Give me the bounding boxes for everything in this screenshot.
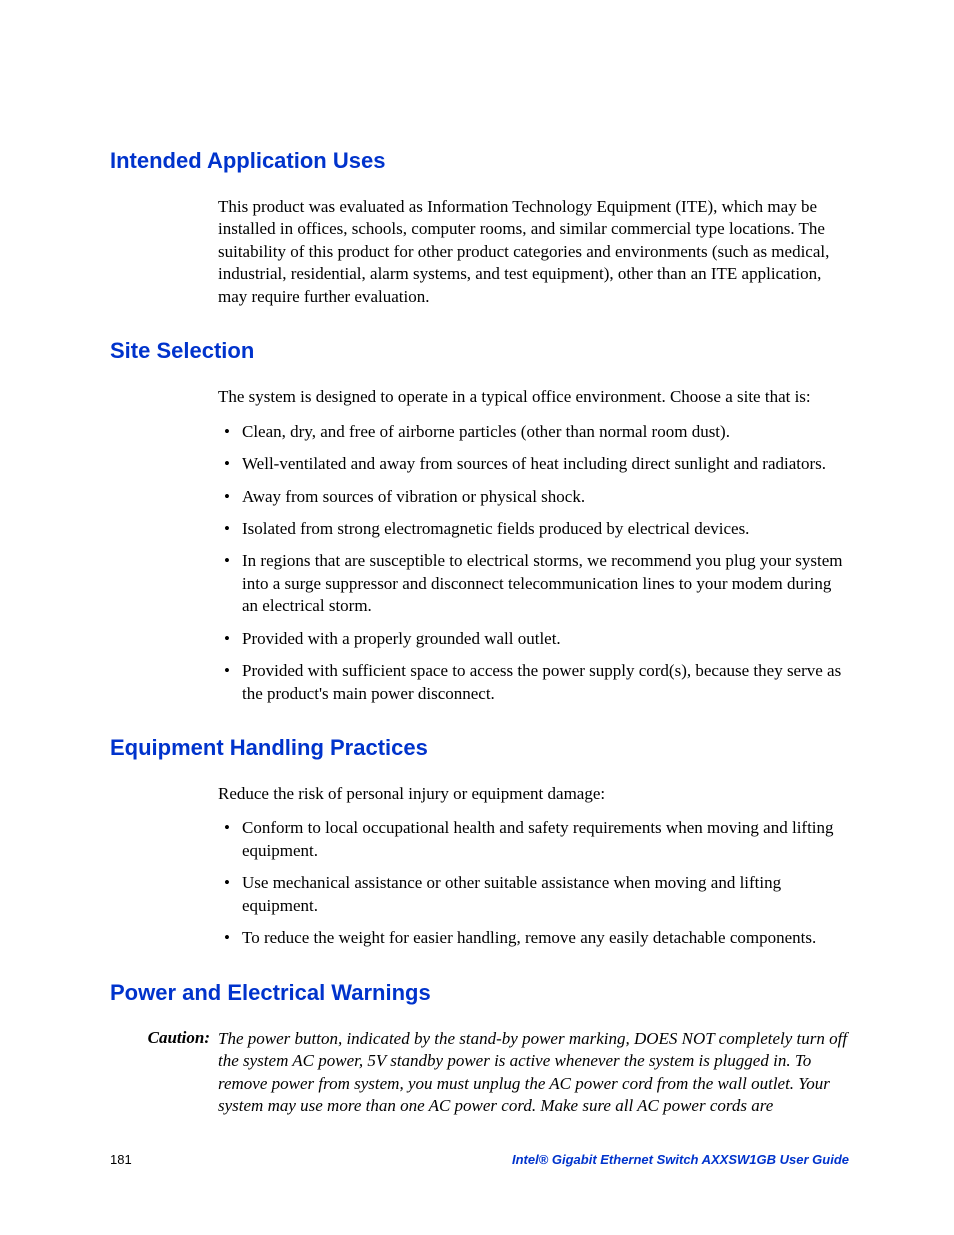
section-site-selection: Site Selection The system is designed to… — [110, 338, 849, 705]
caution-label: Caution: — [110, 1028, 218, 1118]
footer-page-number: 181 — [110, 1152, 132, 1167]
list-item: To reduce the weight for easier handling… — [218, 927, 849, 949]
list-item: Conform to local occupational health and… — [218, 817, 849, 862]
section-equipment-handling: Equipment Handling Practices Reduce the … — [110, 735, 849, 950]
list-item: In regions that are susceptible to elect… — [218, 550, 849, 617]
page-footer: 181 Intel® Gigabit Ethernet Switch AXXSW… — [110, 1152, 849, 1167]
caution-block: Caution: The power button, indicated by … — [110, 1028, 849, 1118]
heading-equipment-handling: Equipment Handling Practices — [110, 735, 849, 761]
list-item: Isolated from strong electromagnetic fie… — [218, 518, 849, 540]
heading-power-warnings: Power and Electrical Warnings — [110, 980, 849, 1006]
section-power-warnings: Power and Electrical Warnings Caution: T… — [110, 980, 849, 1118]
paragraph-equipment-handling: Reduce the risk of personal injury or eq… — [218, 783, 849, 805]
paragraph-intended-application: This product was evaluated as Informatio… — [218, 196, 849, 308]
footer-document-title: Intel® Gigabit Ethernet Switch AXXSW1GB … — [512, 1152, 849, 1167]
bullets-equipment-handling: Conform to local occupational health and… — [218, 817, 849, 949]
section-intended-application: Intended Application Uses This product w… — [110, 148, 849, 308]
list-item: Provided with sufficient space to access… — [218, 660, 849, 705]
paragraph-site-selection: The system is designed to operate in a t… — [218, 386, 849, 408]
caution-text: The power button, indicated by the stand… — [218, 1028, 849, 1118]
list-item: Provided with a properly grounded wall o… — [218, 628, 849, 650]
bullets-site-selection: Clean, dry, and free of airborne particl… — [218, 421, 849, 705]
heading-site-selection: Site Selection — [110, 338, 849, 364]
list-item: Use mechanical assistance or other suita… — [218, 872, 849, 917]
list-item: Away from sources of vibration or physic… — [218, 486, 849, 508]
list-item: Clean, dry, and free of airborne particl… — [218, 421, 849, 443]
heading-intended-application: Intended Application Uses — [110, 148, 849, 174]
list-item: Well-ventilated and away from sources of… — [218, 453, 849, 475]
